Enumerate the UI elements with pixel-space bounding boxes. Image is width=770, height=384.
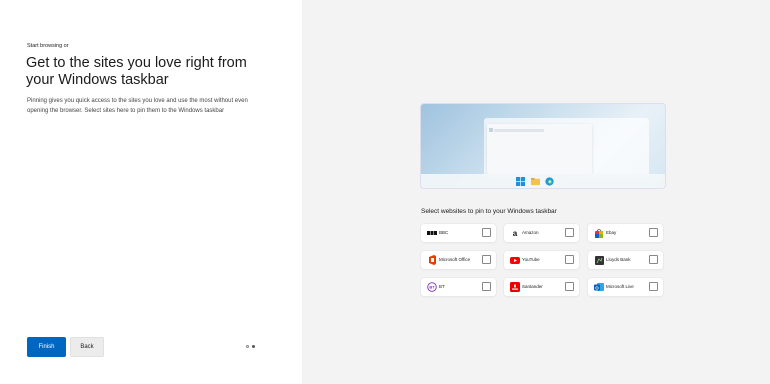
site-card-lloyds-bank[interactable]: Lloyds Bank — [588, 251, 663, 269]
site-checkbox[interactable] — [649, 282, 658, 291]
site-card-microsoft-office[interactable]: Microsoft Office — [421, 251, 496, 269]
site-name: Microsoft Office — [439, 257, 471, 262]
lloyds-icon — [594, 255, 604, 265]
site-checkbox[interactable] — [565, 255, 574, 264]
site-card-amazon[interactable]: a Amazon — [504, 224, 579, 242]
window-front-illustration — [487, 124, 592, 174]
windows-start-icon — [516, 177, 525, 186]
site-card-bt[interactable]: BT BT — [421, 278, 496, 296]
taskbar-preview-image — [421, 104, 665, 188]
file-explorer-icon — [531, 177, 540, 186]
office-icon — [427, 255, 437, 265]
site-name: Lloyds Bank — [606, 257, 631, 262]
page-dot-2[interactable] — [252, 345, 255, 348]
site-card-bbc[interactable]: BBC — [421, 224, 496, 242]
site-name: Microsoft Live — [606, 284, 634, 289]
amazon-icon: a — [512, 228, 518, 238]
preview-panel: Select websites to pin to your Windows t… — [302, 0, 770, 384]
site-checkbox[interactable] — [649, 255, 658, 264]
taskbar-illustration — [421, 174, 665, 188]
bbc-icon — [427, 228, 437, 238]
window-favicon-icon — [489, 128, 493, 132]
back-button[interactable]: Back — [70, 337, 104, 357]
page-dot-1[interactable] — [246, 345, 249, 348]
site-name: YouTube — [522, 257, 540, 262]
bt-icon: BT — [427, 282, 437, 292]
site-name: Ebay — [606, 230, 617, 235]
site-name: BT — [439, 284, 445, 289]
intro-panel: Start browsing or Get to the sites you l… — [0, 0, 302, 384]
edge-browser-icon — [545, 177, 554, 186]
site-checkbox[interactable] — [482, 282, 491, 291]
site-checkbox[interactable] — [565, 282, 574, 291]
page-indicator — [246, 345, 255, 348]
ebay-icon — [594, 228, 604, 238]
site-checkbox[interactable] — [482, 228, 491, 237]
youtube-icon — [510, 255, 520, 265]
section-title: Select websites to pin to your Windows t… — [421, 208, 557, 215]
site-card-santander[interactable]: Santander — [504, 278, 579, 296]
site-checkbox[interactable] — [649, 228, 658, 237]
page-description: Pinning gives you quick access to the si… — [27, 98, 248, 114]
santander-icon — [510, 282, 520, 292]
site-name: BBC — [439, 230, 449, 235]
site-card-ebay[interactable]: Ebay — [588, 224, 663, 242]
finish-button[interactable]: Finish — [27, 337, 66, 357]
eyebrow-text: Start browsing or — [27, 43, 69, 49]
site-name: Santander — [522, 284, 543, 289]
site-checkbox[interactable] — [482, 255, 491, 264]
site-card-microsoft-live[interactable]: O Microsoft Live — [588, 278, 663, 296]
svg-text:BT: BT — [429, 285, 435, 290]
site-checkbox[interactable] — [565, 228, 574, 237]
site-card-youtube[interactable]: YouTube — [504, 251, 579, 269]
page-title: Get to the sites you love right from you… — [26, 55, 247, 88]
svg-text:O: O — [595, 285, 599, 290]
outlook-icon: O — [594, 282, 604, 292]
window-address-bar — [494, 129, 544, 132]
site-name: Amazon — [522, 230, 539, 235]
